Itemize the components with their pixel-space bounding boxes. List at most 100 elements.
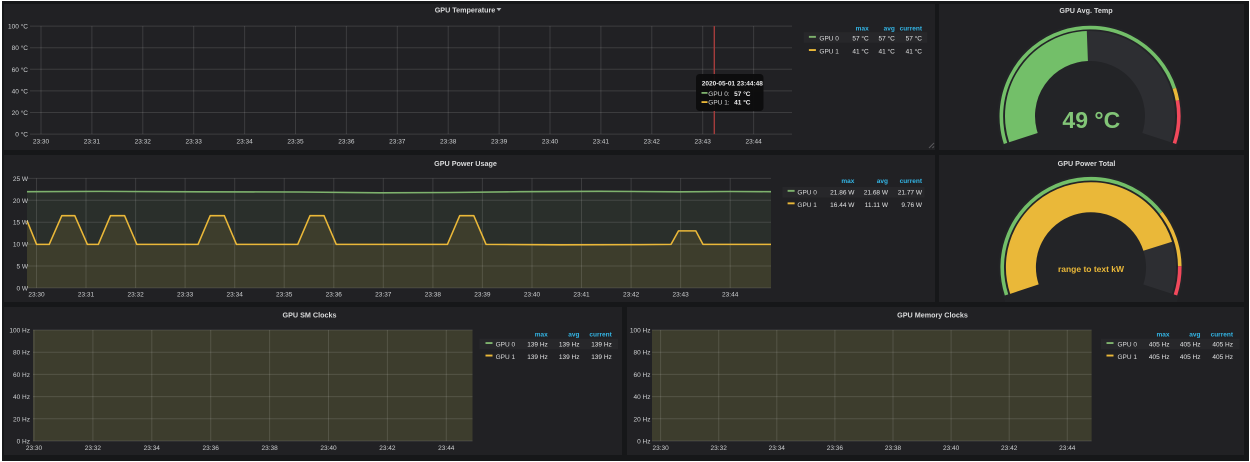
svg-text:GPU 1:: GPU 1: bbox=[708, 100, 730, 107]
svg-text:23:42: 23:42 bbox=[644, 139, 661, 146]
svg-text:avg: avg bbox=[877, 178, 888, 185]
svg-text:80 Hz: 80 Hz bbox=[634, 349, 651, 356]
svg-text:139 Hz: 139 Hz bbox=[527, 341, 548, 348]
svg-text:21.68 W: 21.68 W bbox=[864, 189, 889, 196]
svg-text:40 Hz: 40 Hz bbox=[13, 394, 30, 401]
svg-text:23:44: 23:44 bbox=[1059, 445, 1076, 452]
svg-text:23:38: 23:38 bbox=[425, 291, 442, 298]
svg-text:23:40: 23:40 bbox=[320, 445, 337, 452]
svg-text:0 Hz: 0 Hz bbox=[637, 438, 650, 445]
svg-text:15 W: 15 W bbox=[13, 219, 29, 226]
svg-text:20 W: 20 W bbox=[13, 197, 29, 204]
svg-text:20 Hz: 20 Hz bbox=[13, 416, 30, 423]
svg-text:80 Hz: 80 Hz bbox=[13, 349, 30, 356]
svg-text:100 °C: 100 °C bbox=[8, 23, 28, 31]
svg-text:405 Hz: 405 Hz bbox=[1180, 341, 1201, 348]
svg-text:60 Hz: 60 Hz bbox=[13, 371, 30, 378]
svg-text:23:38: 23:38 bbox=[885, 445, 902, 452]
svg-text:20 Hz: 20 Hz bbox=[634, 416, 651, 423]
svg-text:23:30: 23:30 bbox=[33, 139, 50, 146]
svg-text:139 Hz: 139 Hz bbox=[559, 354, 580, 361]
svg-text:current: current bbox=[1211, 331, 1234, 338]
svg-text:23:33: 23:33 bbox=[177, 291, 194, 298]
svg-text:23:37: 23:37 bbox=[375, 291, 392, 298]
svg-text:405 Hz: 405 Hz bbox=[1180, 354, 1201, 361]
svg-text:49 °C: 49 °C bbox=[1062, 107, 1120, 133]
svg-text:23:43: 23:43 bbox=[695, 139, 712, 146]
svg-text:40 °C: 40 °C bbox=[12, 87, 29, 95]
svg-text:57 °C: 57 °C bbox=[852, 35, 869, 43]
svg-text:23:41: 23:41 bbox=[573, 291, 590, 298]
svg-text:23:38: 23:38 bbox=[440, 139, 457, 146]
svg-text:41 °C: 41 °C bbox=[878, 48, 895, 56]
svg-text:41 °C: 41 °C bbox=[852, 48, 869, 56]
svg-text:2020-05-01 23:44:48: 2020-05-01 23:44:48 bbox=[702, 81, 763, 88]
svg-text:23:41: 23:41 bbox=[593, 139, 610, 146]
svg-text:23:34: 23:34 bbox=[769, 445, 786, 452]
svg-text:139 Hz: 139 Hz bbox=[591, 354, 612, 361]
svg-text:23:44: 23:44 bbox=[438, 445, 455, 452]
svg-text:23:38: 23:38 bbox=[261, 445, 278, 452]
svg-text:21.77 W: 21.77 W bbox=[898, 189, 923, 196]
svg-text:23:32: 23:32 bbox=[711, 445, 728, 452]
svg-text:5 W: 5 W bbox=[16, 263, 28, 270]
svg-text:21.86 W: 21.86 W bbox=[830, 189, 855, 196]
svg-text:405 Hz: 405 Hz bbox=[1212, 341, 1233, 348]
svg-text:23:36: 23:36 bbox=[338, 139, 355, 146]
svg-text:max: max bbox=[841, 178, 854, 185]
svg-text:GPU 0: GPU 0 bbox=[496, 341, 516, 348]
svg-text:current: current bbox=[900, 178, 923, 185]
svg-text:0 W: 0 W bbox=[16, 285, 28, 292]
svg-text:avg: avg bbox=[568, 331, 579, 338]
svg-text:23:32: 23:32 bbox=[135, 139, 152, 146]
svg-text:23:32: 23:32 bbox=[127, 291, 144, 298]
svg-text:23:35: 23:35 bbox=[287, 139, 304, 146]
svg-text:11.11 W: 11.11 W bbox=[865, 202, 889, 209]
svg-text:GPU 0: GPU 0 bbox=[797, 189, 817, 196]
svg-text:23:40: 23:40 bbox=[524, 291, 541, 298]
svg-text:23:44: 23:44 bbox=[722, 291, 739, 298]
svg-text:23:34: 23:34 bbox=[236, 139, 253, 146]
svg-text:current: current bbox=[589, 331, 612, 338]
svg-text:GPU Memory Clocks: GPU Memory Clocks bbox=[897, 310, 968, 319]
svg-text:range to text kW: range to text kW bbox=[1058, 264, 1125, 274]
svg-text:23:40: 23:40 bbox=[943, 445, 960, 452]
svg-text:23:31: 23:31 bbox=[78, 291, 95, 298]
svg-text:23:34: 23:34 bbox=[227, 291, 244, 298]
svg-text:41 °C: 41 °C bbox=[906, 48, 923, 56]
svg-text:23:40: 23:40 bbox=[542, 139, 559, 146]
svg-text:405 Hz: 405 Hz bbox=[1212, 354, 1233, 361]
svg-text:GPU Power Usage: GPU Power Usage bbox=[434, 158, 497, 167]
svg-text:GPU Temperature: GPU Temperature bbox=[435, 6, 496, 15]
svg-text:20 °C: 20 °C bbox=[12, 109, 29, 117]
svg-text:23:42: 23:42 bbox=[1001, 445, 1018, 452]
svg-text:23:39: 23:39 bbox=[474, 291, 491, 298]
svg-text:23:39: 23:39 bbox=[491, 139, 508, 146]
svg-text:57 °C: 57 °C bbox=[906, 35, 923, 43]
svg-text:23:42: 23:42 bbox=[623, 291, 640, 298]
svg-text:23:34: 23:34 bbox=[144, 445, 161, 452]
svg-text:23:30: 23:30 bbox=[28, 291, 45, 298]
svg-text:23:42: 23:42 bbox=[379, 445, 396, 452]
svg-text:23:36: 23:36 bbox=[326, 291, 343, 298]
svg-text:max: max bbox=[856, 25, 869, 32]
svg-text:57 °C: 57 °C bbox=[878, 35, 895, 43]
svg-text:GPU 1: GPU 1 bbox=[819, 49, 839, 56]
svg-text:23:44: 23:44 bbox=[745, 139, 762, 146]
svg-text:avg: avg bbox=[884, 25, 895, 32]
svg-text:139 Hz: 139 Hz bbox=[527, 354, 548, 361]
svg-text:100 Hz: 100 Hz bbox=[630, 327, 651, 334]
svg-text:405 Hz: 405 Hz bbox=[1149, 341, 1170, 348]
svg-text:GPU Avg. Temp: GPU Avg. Temp bbox=[1059, 6, 1113, 15]
svg-text:GPU Power Total: GPU Power Total bbox=[1058, 158, 1116, 167]
svg-text:23:30: 23:30 bbox=[652, 445, 669, 452]
svg-text:23:43: 23:43 bbox=[672, 291, 689, 298]
svg-text:41 °C: 41 °C bbox=[734, 99, 751, 107]
svg-text:max: max bbox=[535, 331, 548, 338]
svg-text:GPU 1: GPU 1 bbox=[1118, 354, 1138, 361]
svg-text:GPU 0: GPU 0 bbox=[1118, 341, 1138, 348]
svg-text:57 °C: 57 °C bbox=[734, 90, 751, 98]
svg-text:16.44 W: 16.44 W bbox=[830, 202, 855, 209]
svg-text:9.76 W: 9.76 W bbox=[901, 202, 922, 209]
svg-text:GPU 0: GPU 0 bbox=[819, 36, 839, 43]
